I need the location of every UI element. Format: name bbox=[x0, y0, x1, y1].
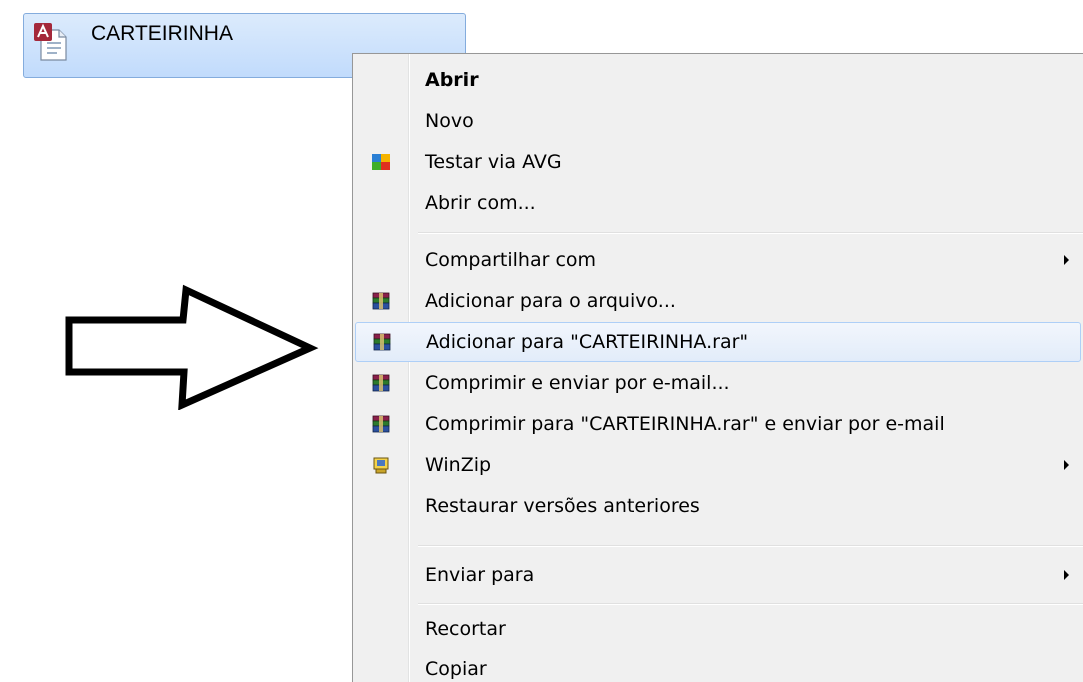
menu-item-copiar[interactable]: Copiar bbox=[355, 649, 1081, 682]
menu-item-testar-avg[interactable]: Testar via AVG bbox=[355, 142, 1081, 182]
menu-item-label: WinZip bbox=[425, 454, 492, 476]
menu-item-label: Testar via AVG bbox=[425, 151, 562, 173]
menu-item-recortar[interactable]: Recortar bbox=[355, 609, 1081, 649]
submenu-arrow-icon bbox=[1064, 570, 1069, 580]
menu-item-label: Comprimir e enviar por e-mail... bbox=[425, 372, 730, 394]
menu-item-adicionar-arquivo[interactable]: Adicionar para o arquivo... bbox=[355, 281, 1081, 321]
menu-item-restaurar-versoes[interactable]: Restaurar versões anteriores bbox=[355, 486, 1081, 526]
menu-item-novo[interactable]: Novo bbox=[355, 101, 1081, 141]
menu-separator bbox=[418, 232, 1083, 234]
context-menu: Abrir Novo Testar via AVG Abrir com... C… bbox=[352, 53, 1083, 682]
right-arrow-outline-icon bbox=[65, 284, 319, 410]
menu-item-winzip[interactable]: WinZip bbox=[355, 445, 1081, 485]
menu-separator bbox=[418, 545, 1083, 547]
menu-item-label: Restaurar versões anteriores bbox=[425, 495, 700, 517]
menu-item-label: Comprimir para "CARTEIRINHA.rar" e envia… bbox=[425, 413, 945, 435]
menu-item-label: Abrir com... bbox=[425, 192, 536, 214]
menu-item-comprimir-rar-email[interactable]: Comprimir para "CARTEIRINHA.rar" e envia… bbox=[355, 404, 1081, 444]
menu-item-label: Copiar bbox=[425, 658, 487, 680]
menu-item-label: Abrir bbox=[425, 69, 479, 91]
submenu-arrow-icon bbox=[1064, 460, 1069, 470]
menu-item-label: Novo bbox=[425, 110, 474, 132]
avg-icon bbox=[372, 154, 390, 170]
winzip-icon bbox=[373, 457, 389, 474]
menu-separator bbox=[418, 603, 1083, 605]
menu-item-abrir-com[interactable]: Abrir com... bbox=[355, 183, 1081, 223]
file-name-label: CARTEIRINHA bbox=[91, 22, 233, 45]
menu-item-comprimir-email[interactable]: Comprimir e enviar por e-mail... bbox=[355, 363, 1081, 403]
winrar-icon bbox=[372, 415, 390, 433]
menu-item-label: Recortar bbox=[425, 618, 506, 640]
menu-item-enviar-para[interactable]: Enviar para bbox=[355, 555, 1081, 595]
menu-item-abrir[interactable]: Abrir bbox=[355, 60, 1081, 100]
menu-item-compartilhar-com[interactable]: Compartilhar com bbox=[355, 240, 1081, 280]
menu-item-label: Compartilhar com bbox=[425, 249, 597, 271]
winrar-icon bbox=[372, 374, 390, 392]
desktop-stage: CARTEIRINHA Abrir Novo Testar via AVG Ab… bbox=[0, 0, 1083, 682]
winrar-icon bbox=[372, 292, 390, 310]
menu-item-label: Adicionar para o arquivo... bbox=[425, 290, 676, 312]
menu-item-label: Enviar para bbox=[425, 564, 535, 586]
access-document-icon bbox=[34, 23, 67, 61]
submenu-arrow-icon bbox=[1064, 255, 1069, 265]
menu-item-adicionar-rar[interactable]: Adicionar para "CARTEIRINHA.rar" bbox=[355, 322, 1081, 362]
menu-item-label: Adicionar para "CARTEIRINHA.rar" bbox=[426, 331, 749, 353]
winrar-icon bbox=[373, 333, 391, 351]
